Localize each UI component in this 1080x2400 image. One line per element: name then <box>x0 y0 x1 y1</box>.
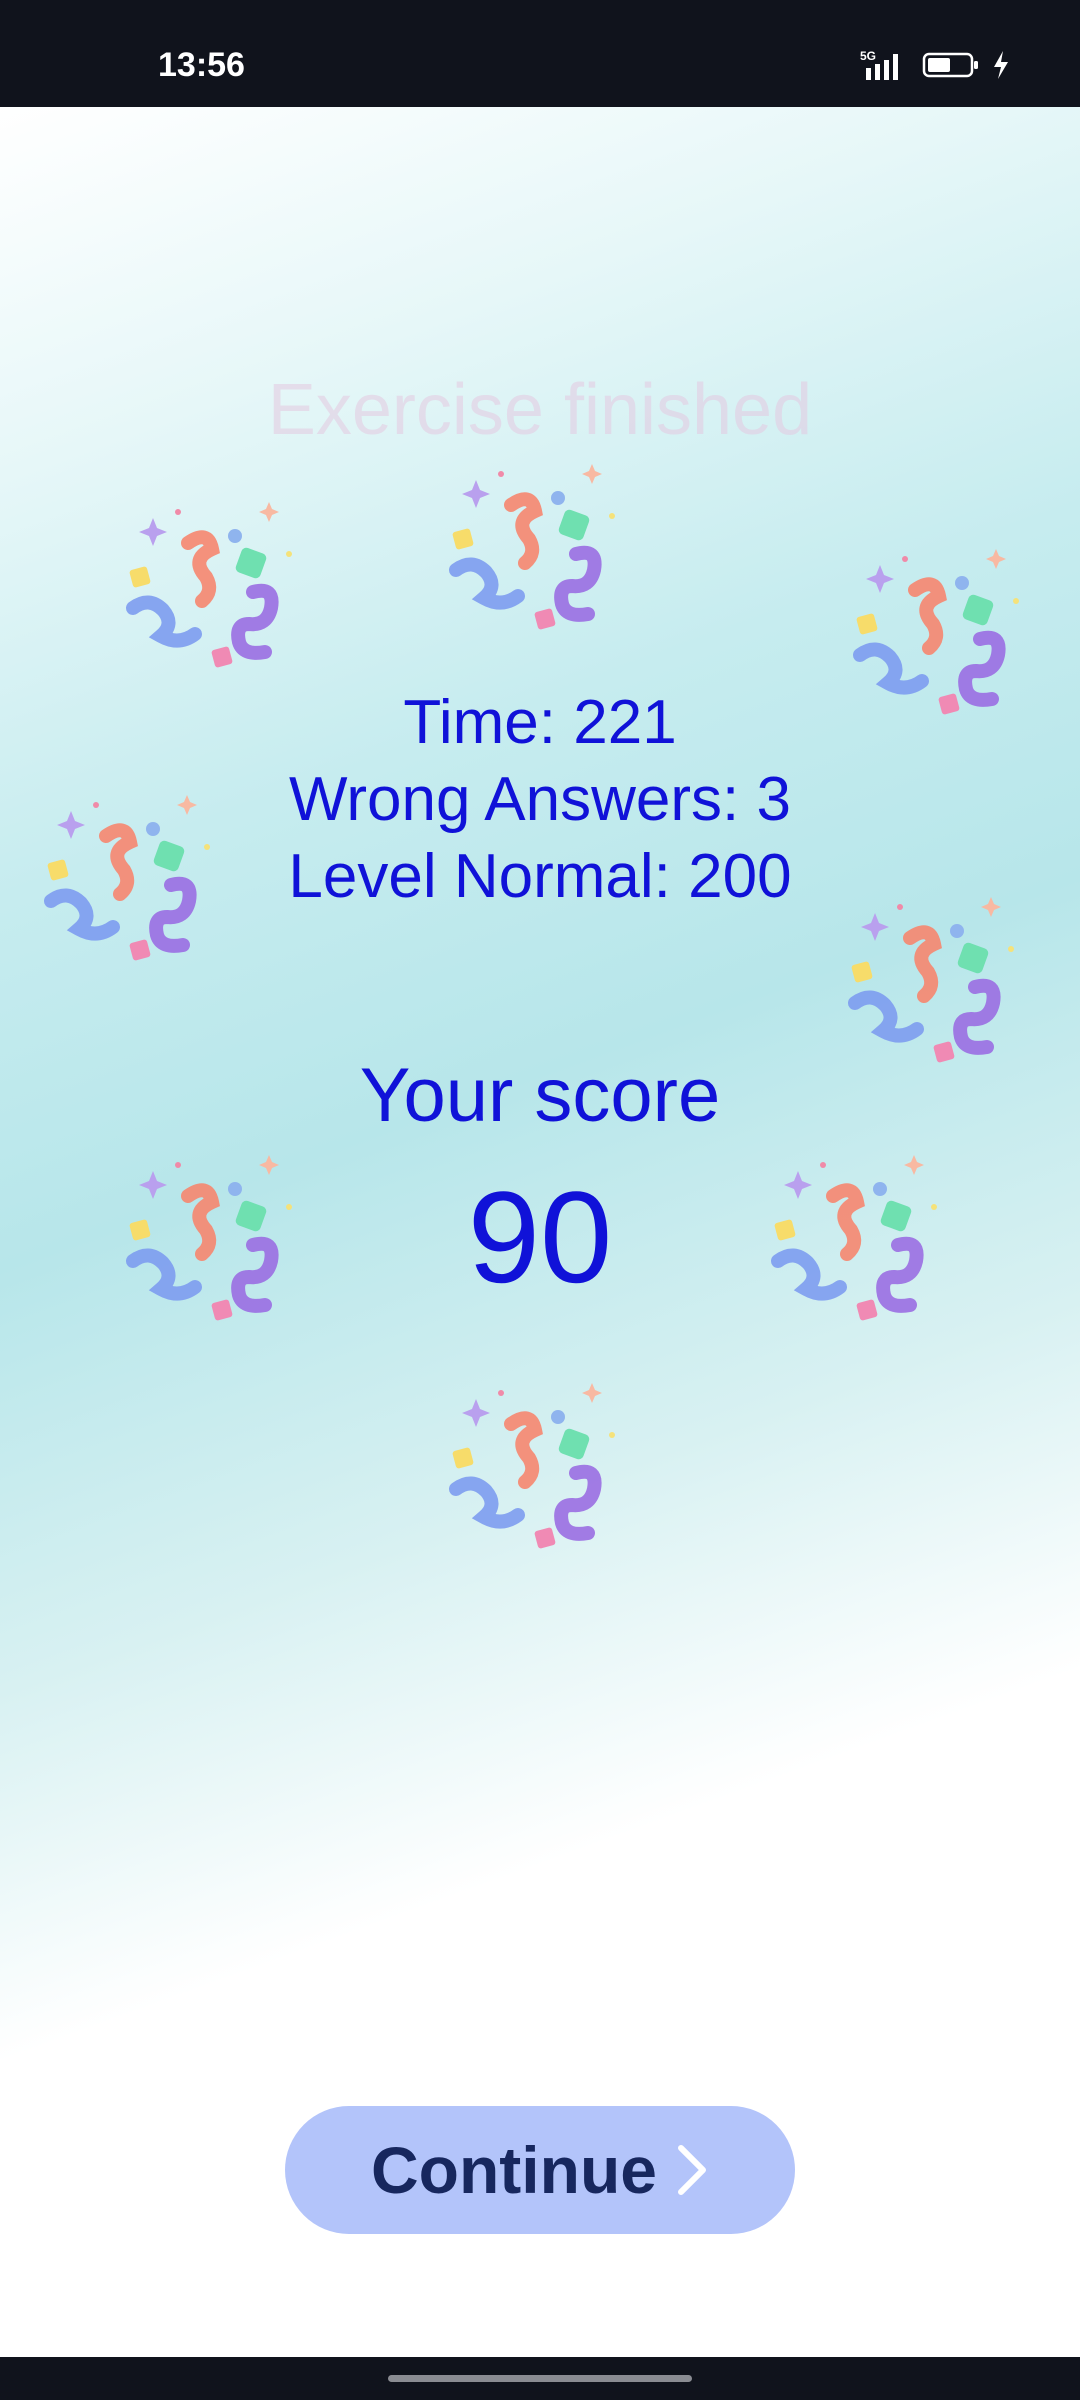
time-stat: Time: 221 <box>403 688 677 757</box>
chevron-right-icon <box>677 2145 706 2195</box>
results-screen: Exercise finished Time: 221 Wrong Answer… <box>0 107 1080 2357</box>
wrong-answers-stat: Wrong Answers: 3 <box>289 765 791 834</box>
network-type-label: 5G <box>860 49 876 63</box>
score-value: 90 <box>467 1164 613 1310</box>
continue-button-label: Continue <box>371 2133 657 2207</box>
score-label: Your score <box>359 1053 721 1138</box>
level-stat: Level Normal: 200 <box>288 842 792 911</box>
confetti-icon <box>446 450 636 640</box>
charging-bolt-icon <box>994 51 1008 79</box>
exercise-stats: Time: 221 Wrong Answers: 3 Level Normal:… <box>0 684 1080 915</box>
status-time: 13:56 <box>158 46 245 84</box>
page-title: Exercise finished <box>267 370 813 450</box>
confetti-icon <box>446 1369 636 1559</box>
home-indicator[interactable] <box>388 2375 692 2382</box>
status-icons: 5G <box>858 48 1010 82</box>
battery-icon <box>922 52 978 78</box>
cellular-signal-icon: 5G <box>860 49 898 80</box>
continue-button[interactable]: Continue <box>285 2106 795 2234</box>
app-screen: 13:56 5G Exercise finished Time: 221 Wro… <box>0 0 1080 2400</box>
navigation-bar <box>0 2357 1080 2400</box>
status-bar: 13:56 5G <box>0 0 1080 107</box>
confetti-icon <box>123 488 313 678</box>
